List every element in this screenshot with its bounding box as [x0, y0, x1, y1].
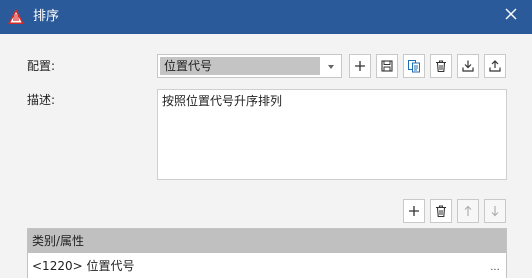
save-config-button[interactable]: [376, 54, 398, 78]
sort-grid: 类别/属性 <1220> 位置代号 ...: [27, 228, 507, 278]
download-icon: [462, 60, 474, 72]
description-label: 描述:: [27, 93, 56, 107]
config-selected-value: 位置代号: [160, 57, 320, 75]
chevron-down-icon: [328, 65, 334, 69]
export-config-button[interactable]: [484, 54, 506, 78]
close-icon[interactable]: [502, 5, 520, 23]
title-bar: 排序: [0, 0, 532, 34]
description-field[interactable]: 按照位置代号升序排列: [157, 89, 507, 180]
upload-icon: [489, 60, 501, 72]
copy-config-button[interactable]: [403, 54, 425, 78]
config-label: 配置:: [27, 59, 56, 73]
delete-row-button[interactable]: [430, 199, 452, 223]
add-row-button[interactable]: [403, 199, 425, 223]
import-config-button[interactable]: [457, 54, 479, 78]
delete-icon: [436, 205, 446, 218]
ellipsis-button[interactable]: ...: [488, 262, 502, 276]
plus-icon: [355, 61, 365, 71]
save-icon: [381, 60, 393, 72]
plus-icon: [409, 206, 419, 216]
window-title: 排序: [33, 9, 60, 24]
delete-icon: [436, 60, 446, 73]
move-up-button[interactable]: [457, 199, 479, 223]
table-row[interactable]: <1220> 位置代号 ...: [28, 254, 506, 278]
grid-header: 类别/属性: [28, 229, 506, 253]
grid-cell: <1220> 位置代号: [32, 259, 135, 273]
move-down-button[interactable]: [484, 199, 506, 223]
copy-icon: [408, 60, 420, 73]
add-config-button[interactable]: [349, 54, 371, 78]
arrow-down-icon: [491, 206, 499, 217]
config-select[interactable]: 位置代号: [157, 54, 342, 78]
arrow-up-icon: [464, 205, 472, 216]
warning-triangle-icon: [8, 9, 24, 24]
delete-config-button[interactable]: [430, 54, 452, 78]
